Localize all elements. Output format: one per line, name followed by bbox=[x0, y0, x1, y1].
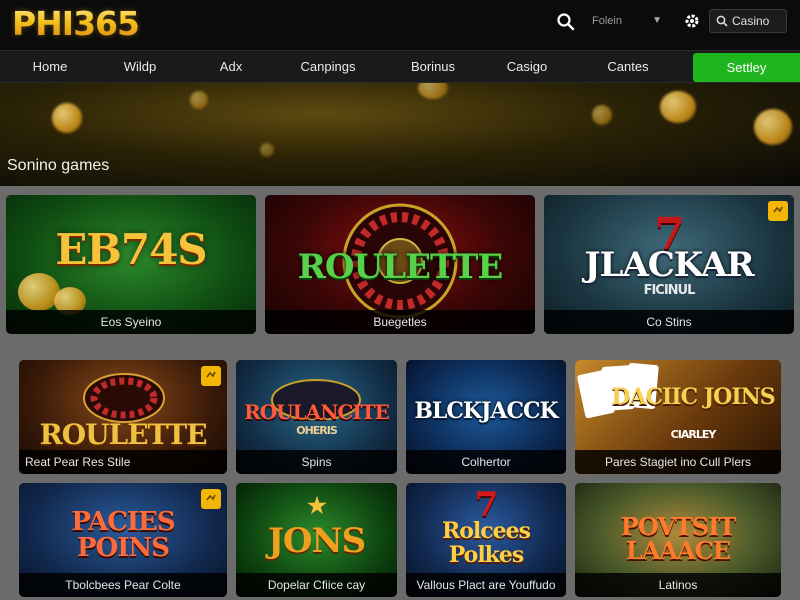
star-icon: ★ bbox=[307, 493, 327, 519]
brand-logo[interactable]: PHI365 bbox=[12, 4, 140, 43]
search-input[interactable]: Casino bbox=[709, 9, 787, 33]
search-icon[interactable] bbox=[556, 12, 576, 32]
game-card[interactable]: ROULANCITE OHERIS Spins bbox=[236, 360, 397, 474]
gear-icon[interactable] bbox=[683, 12, 701, 30]
game-card[interactable]: BLCKJACCK Colhertor bbox=[406, 360, 566, 474]
game-title-art: DACIIC JOINS bbox=[611, 384, 775, 410]
game-caption: Pares Stagiet ino Cull Plers bbox=[575, 450, 781, 474]
game-caption: Co Stins bbox=[544, 310, 794, 334]
game-title-art: EB74S bbox=[55, 225, 207, 274]
nav-item-wildp[interactable]: Wildp bbox=[100, 51, 180, 83]
game-card[interactable]: EB74S Eos Syeino bbox=[6, 195, 256, 334]
game-subtitle-art: OHERIS bbox=[296, 424, 338, 437]
nav-item-adx[interactable]: Adx bbox=[190, 51, 272, 83]
game-card[interactable]: ROULETTE Buegetles bbox=[265, 195, 535, 334]
game-card[interactable]: 7 JLACKAR FICINUL Co Stins bbox=[544, 195, 794, 334]
hero-banner: Sonino games bbox=[0, 83, 800, 186]
game-title-art: POVTSIT LAAACE bbox=[620, 512, 736, 565]
coin-image bbox=[418, 83, 448, 99]
nav-item-borinus[interactable]: Borinus bbox=[388, 51, 478, 83]
game-title-art: BLCKJACCK bbox=[414, 398, 558, 424]
game-caption: Vallous Plact are Youffudo bbox=[406, 573, 566, 597]
game-title-art: JONS bbox=[267, 521, 366, 561]
game-title-art: JLACKAR bbox=[584, 245, 754, 285]
language-select-label: Folein bbox=[592, 15, 622, 27]
roulette-wheel-icon bbox=[83, 373, 165, 423]
game-title-art: PACIES POINS bbox=[71, 507, 175, 563]
game-caption: Latinos bbox=[575, 573, 781, 597]
game-card[interactable]: ROULETTE Reat Pear Res Stile bbox=[19, 360, 227, 474]
nav-item-canpings[interactable]: Canpings bbox=[282, 51, 374, 83]
coin-image bbox=[260, 143, 274, 157]
game-card[interactable]: 7 Rolcees Polkes Vallous Plact are Youff… bbox=[406, 483, 566, 597]
game-caption: Buegetles bbox=[265, 310, 535, 334]
game-caption: Colhertor bbox=[406, 450, 566, 474]
game-card[interactable]: POVTSIT LAAACE Latinos bbox=[575, 483, 781, 597]
game-card[interactable]: PACIES POINS Tbolcbees Pear Colte bbox=[19, 483, 227, 597]
game-title-art: ROULETTE bbox=[297, 247, 504, 287]
game-subtitle-art: CIARLEY bbox=[670, 428, 717, 441]
game-title-art: Rolcees Polkes bbox=[441, 518, 531, 568]
top-bar: PHI365 Folein ▼ Casino bbox=[0, 0, 800, 50]
game-card[interactable]: DACIIC JOINS CIARLEY Pares Stagiet ino C… bbox=[575, 360, 781, 474]
game-card[interactable]: ★ JONS Dopelar Cfiice cay bbox=[236, 483, 397, 597]
game-title-art: ROULETTE bbox=[39, 418, 207, 451]
nav-item-casigo[interactable]: Casigo bbox=[484, 51, 570, 83]
game-caption: Tbolcbees Pear Colte bbox=[19, 573, 227, 597]
chevron-down-icon: ▼ bbox=[652, 15, 662, 26]
game-caption: Eos Syeino bbox=[6, 310, 256, 334]
search-input-value: Casino bbox=[732, 14, 770, 28]
coin-image bbox=[18, 273, 60, 311]
game-title-art: ROULANCITE bbox=[244, 400, 390, 424]
game-subtitle-art: FICINUL bbox=[643, 283, 696, 298]
coin-image bbox=[52, 103, 82, 133]
badge-icon bbox=[201, 489, 221, 509]
coin-image bbox=[754, 109, 792, 145]
game-caption: Reat Pear Res Stile bbox=[19, 450, 227, 474]
nav-item-cantes[interactable]: Cantes bbox=[584, 51, 672, 83]
game-caption: Spins bbox=[236, 450, 397, 474]
nav-item-home[interactable]: Home bbox=[10, 51, 90, 83]
badge-icon bbox=[768, 201, 788, 221]
badge-icon bbox=[201, 366, 221, 386]
coin-image bbox=[660, 91, 696, 123]
language-select[interactable]: Folein ▼ bbox=[586, 10, 666, 32]
coin-image bbox=[592, 105, 612, 125]
settley-button[interactable]: Settley bbox=[693, 53, 800, 82]
main-nav: Home Wildp Adx Canpings Borinus Casigo C… bbox=[0, 50, 800, 83]
section-title: Sonino games bbox=[7, 157, 110, 174]
search-field-icon bbox=[716, 15, 728, 27]
game-caption: Dopelar Cfiice cay bbox=[236, 573, 397, 597]
coin-image bbox=[190, 91, 208, 109]
